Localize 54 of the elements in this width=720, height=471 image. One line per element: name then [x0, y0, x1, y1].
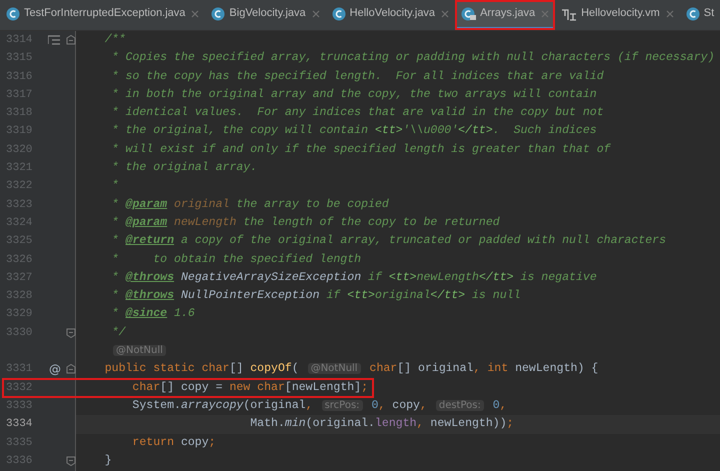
code-text: * @param newLength the length of the copy to be returned — [110, 216, 500, 229]
code-text: * so the copy has the specified length. For all indices that are valid — [110, 70, 604, 83]
code-text: * will exist if and only if the specified length is greater than that of — [110, 142, 611, 156]
code-text: * @throws NullPointerException if <tt>original</tt> is null — [110, 289, 521, 302]
locked-class-icon — [461, 6, 476, 20]
inlay-hint: destPos: — [436, 400, 484, 411]
line-number: 3334 — [6, 417, 32, 432]
documentation-icon[interactable] — [48, 35, 60, 45]
code-text: * to obtain the specified length — [110, 252, 362, 266]
code-text: return copy; — [131, 436, 216, 449]
fold-marker-icon[interactable] — [66, 364, 76, 374]
code-text: * @since 1.6 — [110, 307, 195, 320]
inlay-hint: srcPos: — [322, 400, 363, 411]
class-icon — [211, 6, 226, 20]
fold-marker-icon[interactable] — [66, 456, 76, 466]
class-icon — [6, 6, 20, 20]
code-text: * identical values. For any indices that are valid in the copy but not — [110, 106, 604, 120]
class-icon — [686, 6, 700, 20]
fold-marker-icon[interactable] — [66, 35, 76, 45]
code-text: 0, copy, — [370, 398, 428, 412]
code-text: */ — [110, 326, 126, 339]
fold-marker-icon[interactable] — [66, 328, 76, 338]
close-icon[interactable] — [541, 10, 550, 18]
file-tab[interactable]: BigVelocity.java — [205, 0, 326, 30]
class-icon — [332, 6, 346, 20]
close-icon[interactable] — [191, 10, 200, 18]
code-text: * — [110, 179, 119, 192]
inlay-hint: @NotNull — [113, 345, 166, 356]
code-text: /** — [104, 33, 126, 46]
code-text: * @return a copy of the original array, truncated or padded with null characters — [110, 234, 666, 248]
code-text: } — [104, 454, 112, 467]
annotation-marker[interactable]: @ — [49, 360, 61, 379]
close-icon[interactable] — [666, 10, 674, 18]
code-text: System.arraycopy(original, — [131, 398, 314, 412]
file-tab[interactable]: TestForInterruptedException.java — [0, 0, 206, 30]
code-text: char[] original, int newLength) { — [368, 362, 598, 376]
code-text: * @param original the array to be copied — [110, 198, 389, 211]
close-icon[interactable] — [312, 10, 320, 18]
template-file-icon — [561, 6, 578, 20]
file-tab[interactable]: St — [680, 0, 720, 30]
code-text: * the original array. — [110, 161, 258, 174]
code-text: Math.min(original.length, newLength)); — [249, 417, 514, 430]
code-text: * in both the original array and the copy, the two arrays will contain — [110, 88, 597, 101]
inlay-hint: @NotNull — [308, 363, 361, 374]
code-text: 0, — [492, 398, 507, 412]
code-text: * Copies the specified array, truncating or padding with null characters (if necessary) — [110, 51, 714, 64]
code-text: public static char[] copyOf( — [104, 362, 300, 376]
file-tab[interactable]: HelloVelocity.java — [326, 0, 456, 30]
code-text: char[] copy = new char[newLength]; — [131, 380, 368, 394]
file-tab[interactable]: Hellovelocity.vm — [555, 0, 680, 30]
close-icon[interactable] — [441, 10, 450, 18]
code-text: * the original, the copy will contain <tt>'\\u000'</tt>. Such indices — [110, 124, 597, 138]
file-tab[interactable]: Arrays.java — [455, 0, 556, 30]
code-text: * @throws NegativeArraySizeException if <tt>newLength</tt> is negative — [110, 270, 597, 284]
